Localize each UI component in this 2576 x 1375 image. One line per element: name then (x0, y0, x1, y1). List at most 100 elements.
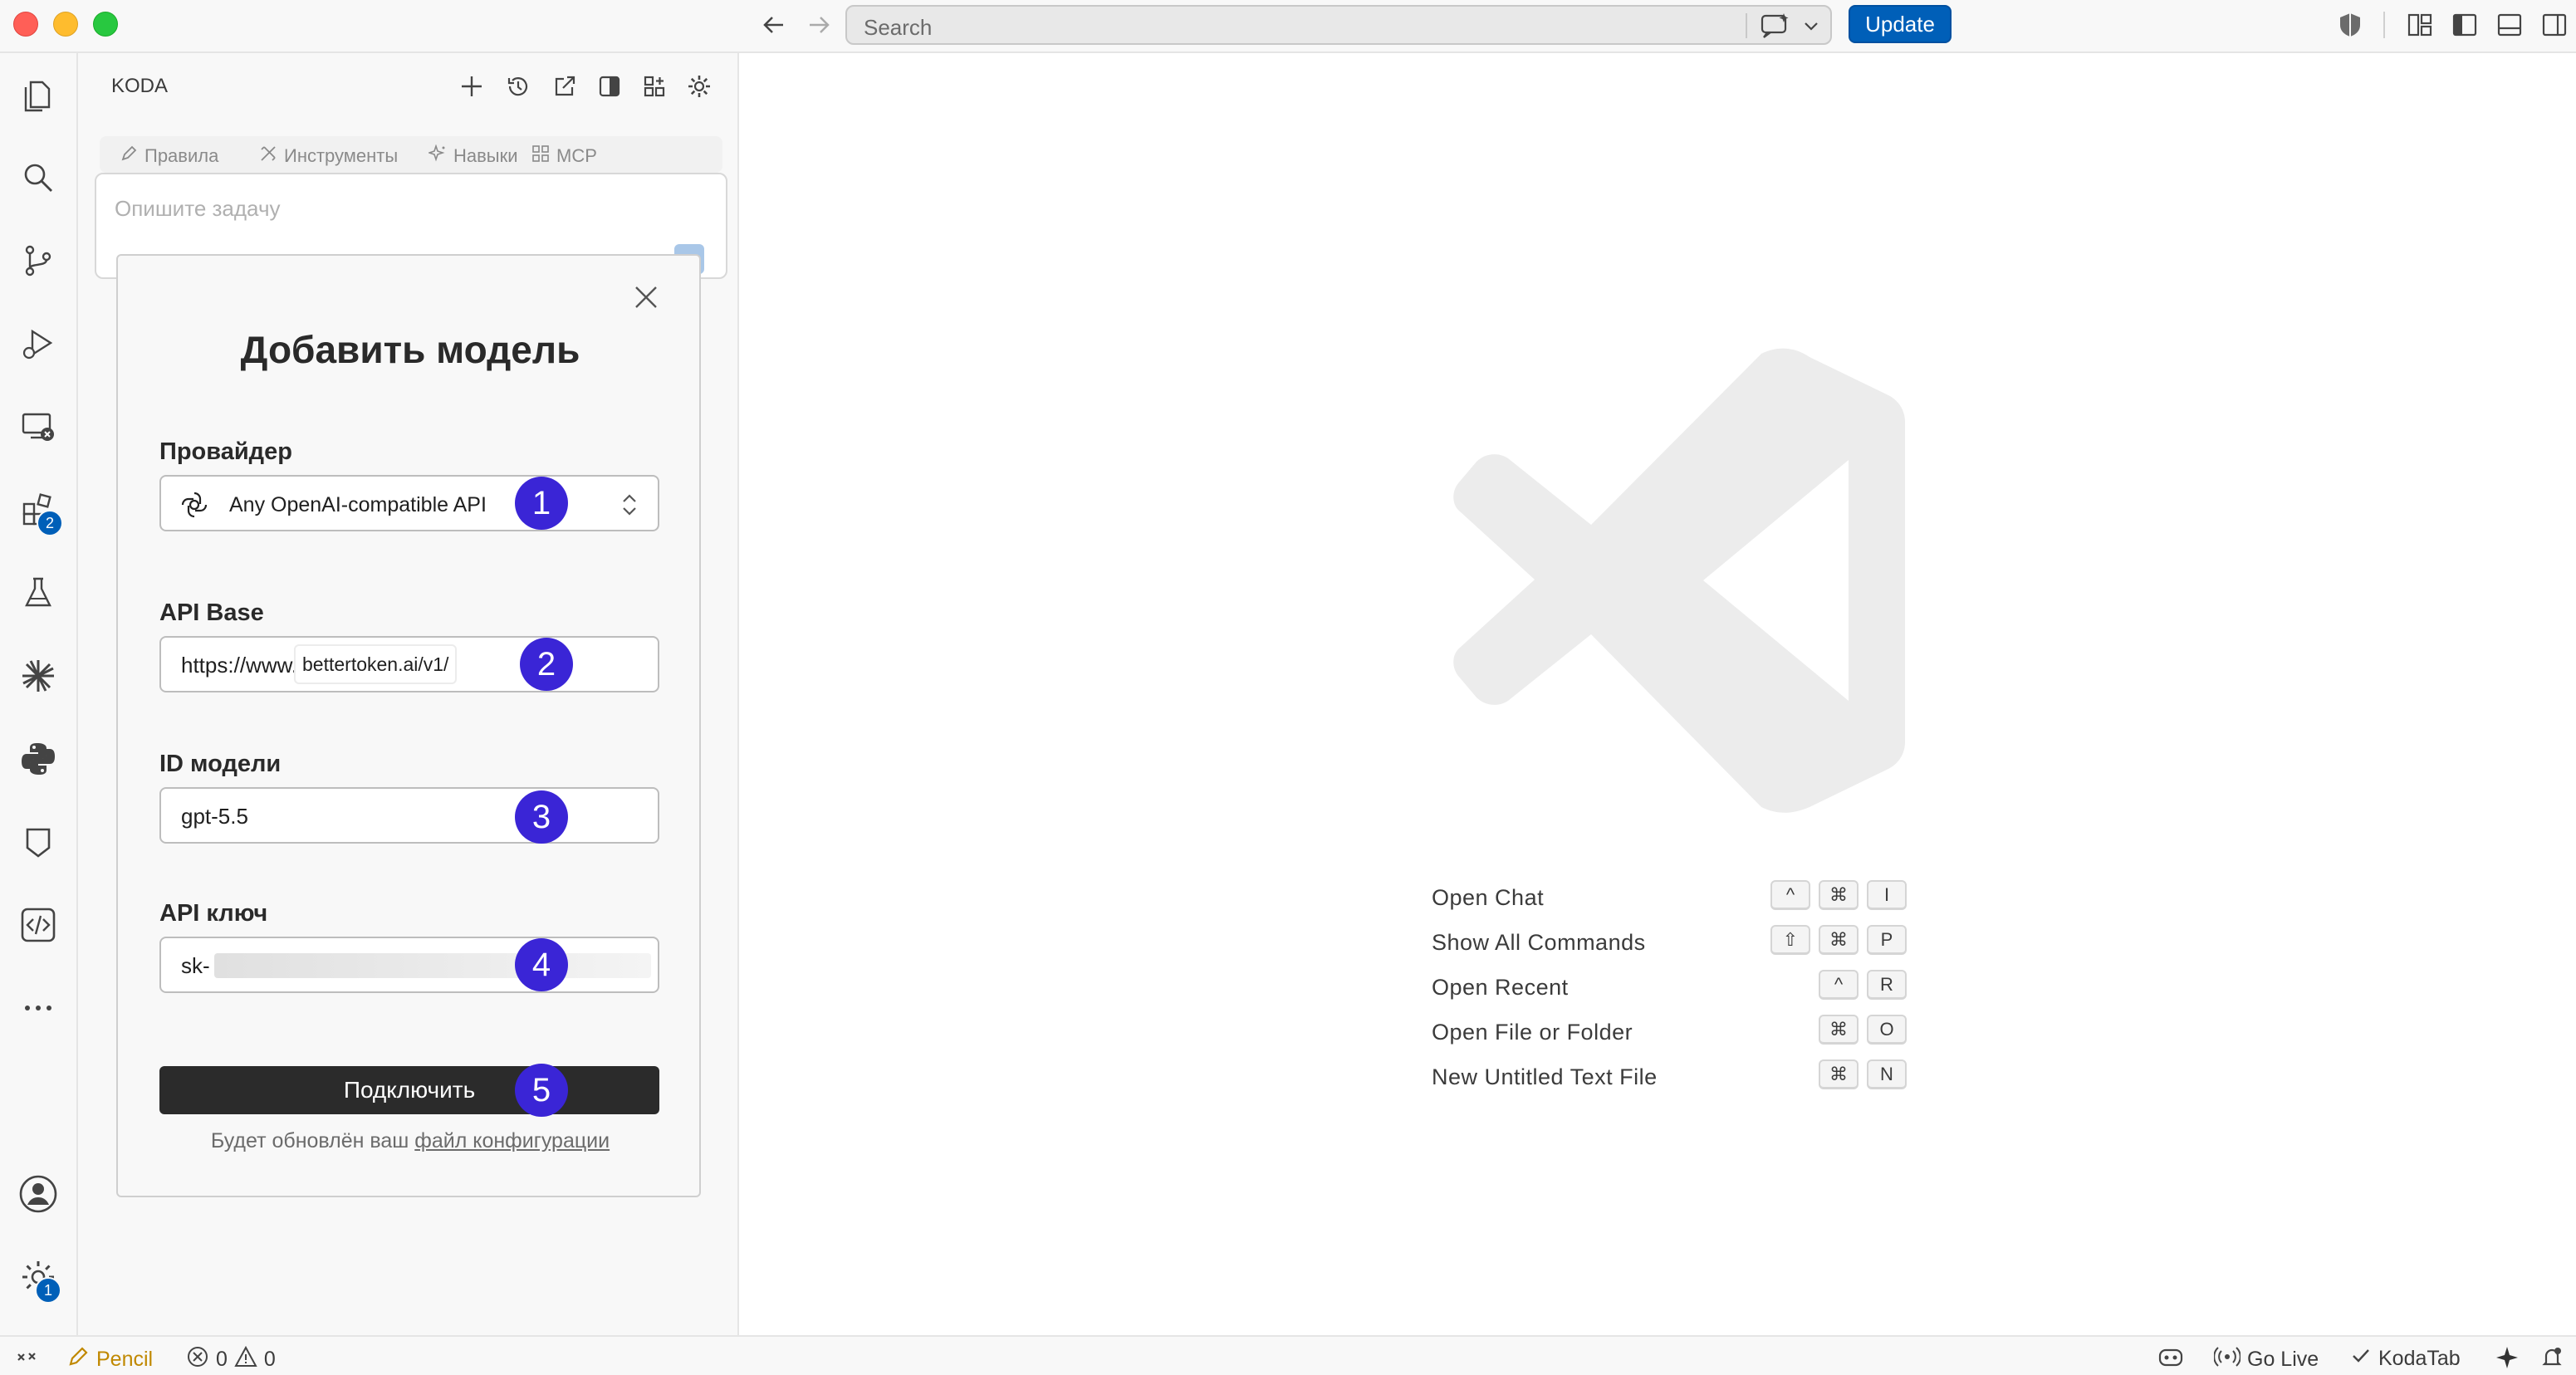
rules-tab[interactable]: Правила (120, 144, 218, 168)
model-id-label: ID модели (159, 751, 282, 777)
dialog-title: Добавить модель (240, 328, 580, 371)
close-window-button[interactable] (13, 12, 38, 37)
manage-gear-icon[interactable]: 1 (17, 1255, 61, 1304)
split-view-icon[interactable] (595, 71, 624, 101)
problems-status[interactable]: 0 0 (186, 1345, 276, 1374)
sparkle-icon (427, 144, 447, 168)
key-cap: O (1867, 1015, 1907, 1045)
run-debug-icon[interactable] (17, 322, 60, 365)
search-divider (1746, 13, 1747, 38)
skills-tab[interactable]: Навыки (427, 144, 518, 168)
step-marker-2: 2 (520, 638, 573, 691)
api-key-value: sk- (181, 953, 210, 978)
more-icon[interactable] (17, 986, 60, 1030)
shortcut-open-recent[interactable]: Open Recent ^ R (1432, 970, 1930, 1003)
remote-indicator-icon[interactable] (15, 1345, 38, 1368)
config-note-text: Будет обновлён ваш (210, 1129, 409, 1152)
key-cap: ⌘ (1819, 1015, 1859, 1045)
testing-flask-icon[interactable] (17, 571, 60, 614)
titlebar-divider (2383, 12, 2385, 38)
back-arrow-icon[interactable] (757, 8, 791, 42)
shortcut-label: Show All Commands (1432, 930, 1646, 955)
minimize-window-button[interactable] (53, 12, 78, 37)
toggle-primary-sidebar-icon[interactable] (2450, 10, 2480, 40)
kodatab-label: KodaTab (2378, 1347, 2461, 1370)
kodatab-status[interactable]: KodaTab (2350, 1345, 2461, 1373)
pencil-status-label: Pencil (96, 1348, 154, 1371)
new-chat-plus-icon[interactable] (457, 71, 487, 101)
notifications-bell-icon[interactable] (2539, 1345, 2564, 1370)
add-model-dialog: Добавить модель Провайдер Any OpenAI-com… (116, 254, 701, 1197)
explorer-icon[interactable] (17, 73, 60, 116)
toggle-secondary-sidebar-icon[interactable] (2539, 10, 2569, 40)
close-icon[interactable] (629, 281, 663, 314)
shortcut-open-chat[interactable]: Open Chat ^ ⌘ I (1432, 880, 1930, 913)
copilot-icon[interactable] (2157, 1345, 2184, 1368)
api-key-label: API ключ (159, 900, 268, 927)
rules-tab-label: Правила (144, 145, 219, 166)
toggle-panel-icon[interactable] (2495, 10, 2525, 40)
source-control-icon[interactable] (17, 239, 60, 282)
extensions-icon[interactable]: 2 (17, 488, 63, 536)
step-marker-1: 1 (515, 477, 568, 530)
sparkle-status-icon[interactable] (2495, 1345, 2520, 1370)
tools-tab[interactable]: Инструменты (259, 144, 398, 168)
model-id-input[interactable]: gpt-5.5 3 (159, 787, 659, 844)
shortcut-show-all-commands[interactable]: Show All Commands ⇧ ⌘ P (1432, 925, 1930, 958)
go-live-status[interactable]: Go Live (2213, 1345, 2319, 1374)
key-cap: ^ (1819, 970, 1859, 1000)
accounts-icon[interactable] (17, 1172, 60, 1216)
provider-label: Провайдер (159, 438, 292, 465)
rules-toolbar: Правила Инструменты Навыки MCP (100, 136, 722, 173)
config-file-link[interactable]: файл конфигурации (414, 1129, 610, 1152)
step-marker-4: 4 (515, 938, 568, 991)
warning-count: 0 (263, 1348, 276, 1371)
command-search[interactable]: Search (845, 5, 1832, 45)
settings-gear-icon[interactable] (684, 71, 714, 101)
shortcut-new-untitled-file[interactable]: New Untitled Text File ⌘ N (1432, 1059, 1930, 1093)
tools-tab-label: Инструменты (284, 145, 399, 166)
config-note: Будет обновлён ваш файл конфигурации (118, 1129, 703, 1153)
api-base-input[interactable]: https://www. bettertoken.ai/v1/ 2 (159, 636, 659, 692)
chat-sparkle-icon[interactable] (1759, 12, 1792, 40)
api-key-masked-region (214, 953, 651, 978)
customize-layout-icon[interactable] (2405, 10, 2435, 40)
remote-explorer-icon[interactable] (17, 405, 60, 448)
shortcut-open-file-folder[interactable]: Open File or Folder ⌘ O (1432, 1015, 1930, 1048)
key-cap: N (1867, 1059, 1907, 1089)
koda-code-icon[interactable] (17, 903, 60, 947)
skills-tab-label: Навыки (453, 145, 518, 166)
provider-select[interactable]: Any OpenAI-compatible API 1 (159, 475, 659, 531)
koda-burst-icon[interactable] (17, 654, 60, 697)
model-id-value: gpt-5.5 (181, 804, 248, 829)
settings-badge: 1 (35, 1277, 61, 1304)
shortcut-label: New Untitled Text File (1432, 1064, 1658, 1089)
key-cap: R (1867, 970, 1907, 1000)
pencil-status[interactable]: Pencil (66, 1345, 153, 1374)
mcp-tab[interactable]: MCP (531, 144, 597, 168)
warning-icon (234, 1345, 257, 1374)
key-cap: ^ (1770, 880, 1810, 910)
pencil-icon (120, 144, 138, 168)
search-icon[interactable] (17, 156, 60, 199)
key-cap: I (1867, 880, 1907, 910)
extensions-badge: 2 (37, 510, 63, 536)
maximize-window-button[interactable] (93, 12, 118, 37)
api-base-domain: bettertoken.ai/v1/ (296, 646, 456, 683)
search-placeholder: Search (864, 15, 933, 40)
open-external-icon[interactable] (550, 71, 580, 101)
chevron-down-icon[interactable] (1800, 15, 1822, 37)
update-button[interactable]: Update (1849, 5, 1952, 43)
forward-arrow-icon[interactable] (802, 8, 835, 42)
python-icon[interactable] (17, 737, 60, 780)
badge-shield-icon[interactable] (17, 820, 60, 864)
api-key-input[interactable]: sk- 4 (159, 937, 659, 993)
key-cap: ⌘ (1819, 880, 1859, 910)
connect-button[interactable]: Подключить 5 (159, 1064, 659, 1117)
api-base-label: API Base (159, 599, 264, 626)
grid-add-icon[interactable] (639, 71, 669, 101)
error-count: 0 (216, 1348, 228, 1371)
shortcut-label: Open File or Folder (1432, 1020, 1633, 1045)
history-icon[interactable] (503, 71, 533, 101)
shield-icon[interactable] (2335, 10, 2365, 40)
